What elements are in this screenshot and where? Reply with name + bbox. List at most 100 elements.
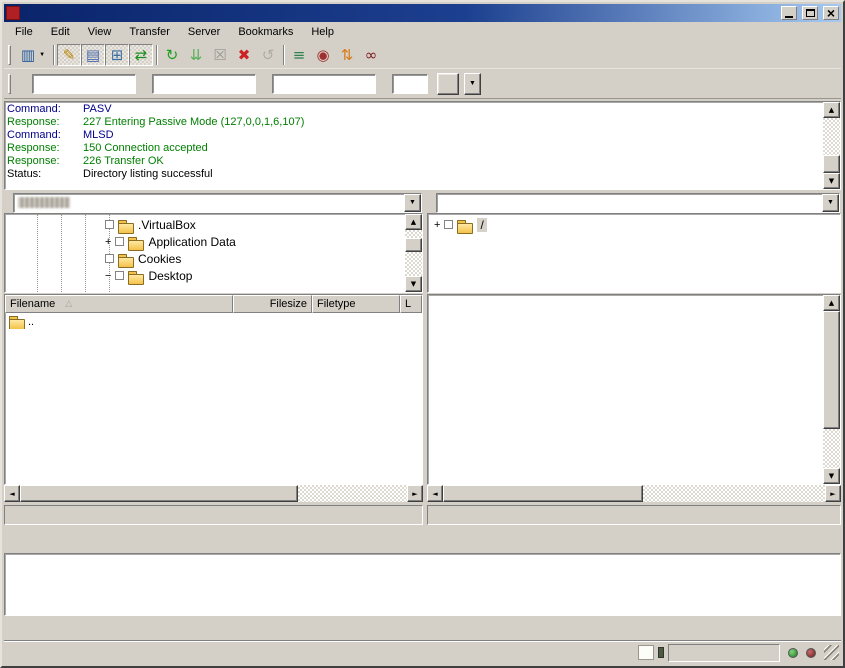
toolbar-separator[interactable] xyxy=(153,44,160,66)
cancel-icon: ☒ xyxy=(213,46,226,64)
local-file-list: Filename △ Filesize △ Filetype △ xyxy=(4,294,423,485)
local-tree-scrollbar[interactable]: ▲ ▼ xyxy=(405,214,422,292)
list-scroll-thumb[interactable] xyxy=(823,311,840,429)
quickconnect-gripper[interactable] xyxy=(8,74,11,94)
toggle-remote-tree-button[interactable]: ⊞ xyxy=(105,44,129,66)
column-header[interactable]: Filetype △ xyxy=(312,295,400,313)
menu-item[interactable]: View xyxy=(79,23,121,41)
menu-item[interactable]: Server xyxy=(179,23,229,41)
scroll-right-icon[interactable]: ► xyxy=(825,485,841,502)
tree-item[interactable]: / xyxy=(428,216,840,233)
log-scrollbar[interactable]: ▲ ▼ xyxy=(823,102,840,189)
remote-site-bar: ▼ xyxy=(427,192,841,213)
log-line-type: Command: xyxy=(7,129,83,142)
file-list-panes: Filename △ Filesize △ Filetype △ xyxy=(4,294,841,502)
local-horizontal-scrollbar[interactable]: ◄ ► xyxy=(4,485,423,502)
local-site-path[interactable] xyxy=(14,194,404,212)
scroll-left-icon[interactable]: ◄ xyxy=(4,485,20,502)
hscroll-track[interactable] xyxy=(298,485,407,502)
port-input[interactable] xyxy=(392,74,428,94)
queue-header xyxy=(4,531,841,553)
disconnect-button[interactable]: ✖ xyxy=(232,44,256,66)
hscroll-thumb[interactable] xyxy=(20,485,298,502)
tree-scroll-track[interactable] xyxy=(405,252,422,276)
message-log: Command: PASV Response: 227 Entering Pas… xyxy=(4,101,841,190)
menu-item[interactable]: Help xyxy=(302,23,343,41)
column-header[interactable]: Filename △ xyxy=(5,295,233,313)
scroll-up-icon[interactable]: ▲ xyxy=(823,102,840,118)
scroll-right-icon[interactable]: ► xyxy=(407,485,423,502)
menu-item[interactable]: Transfer xyxy=(120,23,179,41)
reconnect-button[interactable]: ↺ xyxy=(256,44,280,66)
file-row[interactable]: .. xyxy=(5,313,422,330)
tree-item[interactable]: Desktop xyxy=(5,267,405,284)
process-queue-button[interactable]: ⇊ xyxy=(184,44,208,66)
minimize-icon xyxy=(785,16,793,18)
refresh-button[interactable]: ↻ xyxy=(160,44,184,66)
site-manager-button[interactable]: ▥ xyxy=(16,44,50,66)
sync-browse-button[interactable]: ⇅ xyxy=(335,44,359,66)
resize-grip[interactable] xyxy=(824,645,839,660)
local-list-header: Filename △ Filesize △ Filetype △ xyxy=(5,295,422,313)
menu-item[interactable]: Bookmarks xyxy=(229,23,302,41)
scroll-down-icon[interactable]: ▼ xyxy=(823,173,840,189)
tree-scroll-thumb[interactable] xyxy=(405,238,422,252)
redacted-username xyxy=(18,197,70,208)
toggle-local-tree-button[interactable]: ▤ xyxy=(81,44,105,66)
username-input[interactable] xyxy=(152,74,256,94)
tree-item[interactable]: .VirtualBox xyxy=(5,216,405,233)
quickconnect-dropdown-button[interactable]: ▼ xyxy=(464,73,481,95)
quickconnect-button[interactable] xyxy=(437,73,459,95)
log-line: Response: 226 Transfer OK xyxy=(7,155,821,168)
host-input[interactable] xyxy=(32,74,136,94)
maximize-button[interactable] xyxy=(802,6,818,20)
log-scroll-track[interactable] xyxy=(823,118,840,155)
scroll-up-icon[interactable]: ▲ xyxy=(823,295,840,311)
tree-expander-icon[interactable] xyxy=(444,220,453,229)
scroll-down-icon[interactable]: ▼ xyxy=(823,468,840,484)
folder-icon xyxy=(118,252,134,266)
toolbar-gripper[interactable] xyxy=(8,45,11,65)
remote-list-scrollbar[interactable]: ▲ ▼ xyxy=(823,295,840,484)
minimize-button[interactable] xyxy=(781,6,797,20)
remote-site-dropdown-button[interactable]: ▼ xyxy=(822,194,839,212)
tree-item[interactable]: Application Data xyxy=(5,233,405,250)
toolbar-separator[interactable] xyxy=(50,44,57,66)
local-site-combobox[interactable]: ▼ xyxy=(13,193,422,213)
selection-status-row xyxy=(4,502,841,526)
toggle-queue-button[interactable]: ⇄ xyxy=(129,44,153,66)
find-button[interactable]: ∞ xyxy=(359,44,383,66)
scroll-left-icon[interactable]: ◄ xyxy=(427,485,443,502)
tree-item[interactable]: Cookies xyxy=(5,250,405,267)
tree-expander-icon[interactable] xyxy=(105,220,114,229)
tree-expander-icon[interactable] xyxy=(105,254,114,263)
compare-button[interactable]: ◉ xyxy=(311,44,335,66)
log-line-text: MLSD xyxy=(83,129,114,142)
scroll-down-icon[interactable]: ▼ xyxy=(405,276,422,292)
log-scroll-thumb[interactable] xyxy=(823,155,840,173)
menu-item-label: Transfer xyxy=(129,26,170,38)
hscroll-thumb[interactable] xyxy=(443,485,643,502)
remote-horizontal-scrollbar[interactable]: ◄ ► xyxy=(427,485,841,502)
local-site-dropdown-button[interactable]: ▼ xyxy=(404,194,421,212)
column-header[interactable]: Filesize △ xyxy=(233,295,312,313)
menu-item[interactable]: Edit xyxy=(42,23,79,41)
remote-site-path[interactable] xyxy=(437,194,822,212)
password-input[interactable] xyxy=(272,74,376,94)
hscroll-track[interactable] xyxy=(643,485,825,502)
menu-item[interactable]: File xyxy=(6,23,42,41)
scroll-up-icon[interactable]: ▲ xyxy=(405,214,422,230)
toggle-message-log-button[interactable]: ✎ xyxy=(57,44,81,66)
close-button[interactable] xyxy=(823,6,839,20)
tree-expander-icon[interactable] xyxy=(115,271,124,280)
toolbar-separator[interactable] xyxy=(280,44,287,66)
title-bar[interactable] xyxy=(4,4,841,22)
filter-button[interactable]: ≡ xyxy=(287,44,311,66)
local-directory-tree: .VirtualBox Application Data xyxy=(4,213,423,293)
list-scroll-track[interactable] xyxy=(823,429,840,468)
tree-scroll-track[interactable] xyxy=(405,230,422,238)
column-header[interactable]: L △ xyxy=(400,295,422,313)
tree-expander-icon[interactable] xyxy=(115,237,124,246)
remote-site-combobox[interactable]: ▼ xyxy=(436,193,840,213)
cancel-button[interactable]: ☒ xyxy=(208,44,232,66)
